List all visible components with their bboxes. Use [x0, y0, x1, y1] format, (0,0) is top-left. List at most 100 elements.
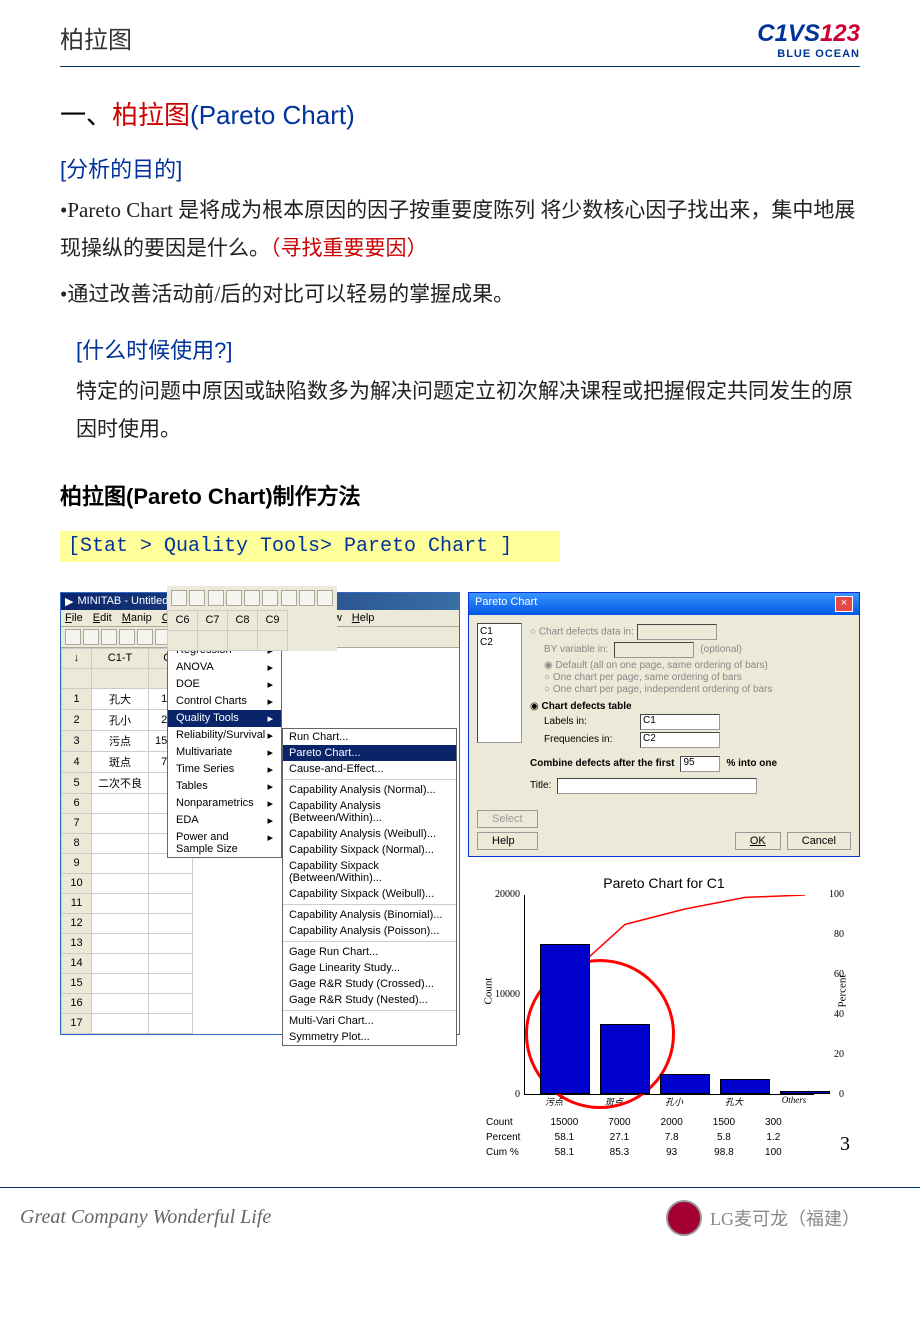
cell[interactable]: [92, 813, 149, 833]
cell[interactable]: [62, 668, 92, 688]
cell[interactable]: [92, 913, 149, 933]
submenu-item[interactable]: Gage R&R Study (Crossed)...: [283, 976, 456, 992]
cell[interactable]: 二次不良: [92, 772, 149, 793]
cell[interactable]: 16: [62, 993, 92, 1013]
cell[interactable]: [149, 953, 193, 973]
submenu-item[interactable]: Capability Analysis (Normal)...: [283, 782, 456, 798]
cell[interactable]: 孔小: [92, 709, 149, 730]
submenu-item[interactable]: Pareto Chart...: [283, 745, 456, 761]
toolbar-icon[interactable]: [171, 590, 187, 606]
freq-in-input[interactable]: C2: [640, 732, 720, 748]
cell[interactable]: [92, 873, 149, 893]
submenu-item[interactable]: Capability Analysis (Between/Within)...: [283, 798, 456, 826]
cell[interactable]: [92, 973, 149, 993]
cell[interactable]: 2: [62, 709, 92, 730]
menu-item[interactable]: Quality Tools▸: [168, 710, 281, 727]
cell[interactable]: [149, 993, 193, 1013]
ok-button[interactable]: OK: [735, 832, 781, 850]
cell[interactable]: [92, 833, 149, 853]
submenu-item[interactable]: Gage Run Chart...: [283, 944, 456, 960]
cell[interactable]: 10: [62, 873, 92, 893]
cell[interactable]: 孔大: [92, 688, 149, 709]
cell[interactable]: [92, 993, 149, 1013]
toolbar-icon[interactable]: [244, 590, 260, 606]
menu-item[interactable]: Nonparametrics▸: [168, 795, 281, 812]
cell[interactable]: [92, 793, 149, 813]
cell[interactable]: 12: [62, 913, 92, 933]
col-header[interactable]: C1-T: [92, 648, 149, 668]
toolbar-icon[interactable]: [65, 629, 81, 645]
toolbar-icon[interactable]: [281, 590, 297, 606]
cell[interactable]: 9: [62, 853, 92, 873]
submenu-item[interactable]: Run Chart...: [283, 729, 456, 745]
cell[interactable]: [92, 893, 149, 913]
cell[interactable]: [149, 873, 193, 893]
cell[interactable]: [92, 933, 149, 953]
col-header[interactable]: C7: [198, 610, 228, 630]
title-input[interactable]: [557, 778, 757, 794]
cell[interactable]: 17: [62, 1013, 92, 1033]
menu-item[interactable]: Multivariate▸: [168, 744, 281, 761]
cell[interactable]: 15: [62, 973, 92, 993]
cell[interactable]: 1: [62, 688, 92, 709]
submenu-item[interactable]: Capability Sixpack (Between/Within)...: [283, 858, 456, 886]
close-icon[interactable]: ×: [835, 596, 853, 612]
cell[interactable]: [149, 893, 193, 913]
menu-item[interactable]: Tables▸: [168, 778, 281, 795]
toolbar-icon[interactable]: [83, 629, 99, 645]
cell[interactable]: [92, 668, 149, 688]
cell[interactable]: [198, 630, 228, 650]
toolbar-icon[interactable]: [208, 590, 224, 606]
cell[interactable]: 14: [62, 953, 92, 973]
toolbar-icon[interactable]: [137, 629, 153, 645]
menu-item[interactable]: Time Series▸: [168, 761, 281, 778]
cell[interactable]: 11: [62, 893, 92, 913]
submenu-item[interactable]: Capability Sixpack (Weibull)...: [283, 886, 456, 902]
list-item[interactable]: C2: [480, 637, 519, 648]
menu-item[interactable]: DOE▸: [168, 676, 281, 693]
menu-item[interactable]: Reliability/Survival▸: [168, 727, 281, 744]
list-item[interactable]: C1: [480, 626, 519, 637]
cell[interactable]: 5: [62, 772, 92, 793]
cell[interactable]: [168, 630, 198, 650]
toolbar-icon[interactable]: [317, 590, 333, 606]
menu-item[interactable]: Control Charts▸: [168, 693, 281, 710]
submenu-item[interactable]: Cause-and-Effect...: [283, 761, 456, 777]
col-header[interactable]: C9: [258, 610, 288, 630]
column-list[interactable]: C1C2: [477, 623, 522, 743]
cancel-button[interactable]: Cancel: [787, 832, 851, 850]
cell[interactable]: 8: [62, 833, 92, 853]
cell[interactable]: [228, 630, 258, 650]
menu-item[interactable]: Edit: [93, 612, 112, 624]
submenu-item[interactable]: Capability Sixpack (Normal)...: [283, 842, 456, 858]
cell[interactable]: [258, 630, 288, 650]
cell[interactable]: [92, 1013, 149, 1033]
quality-tools-submenu[interactable]: Run Chart...Pareto Chart...Cause-and-Eff…: [282, 728, 457, 1046]
cell[interactable]: [149, 1013, 193, 1033]
submenu-item[interactable]: Multi-Vari Chart...: [283, 1013, 456, 1029]
toolbar-icon[interactable]: [226, 590, 242, 606]
menu-item[interactable]: Power and Sample Size▸: [168, 829, 281, 857]
col-header[interactable]: C6: [168, 610, 198, 630]
cell[interactable]: 13: [62, 933, 92, 953]
worksheet-cols-right[interactable]: C6C7C8C9: [167, 610, 288, 651]
submenu-item[interactable]: Capability Analysis (Poisson)...: [283, 923, 456, 939]
radio-defects-data[interactable]: ○ Chart defects data in:: [530, 624, 851, 640]
menu-item[interactable]: File: [65, 612, 83, 624]
cell[interactable]: [92, 853, 149, 873]
radio-defects-table[interactable]: ◉ Chart defects table: [530, 701, 851, 712]
submenu-item[interactable]: Capability Analysis (Weibull)...: [283, 826, 456, 842]
toolbar-icon[interactable]: [262, 590, 278, 606]
submenu-item[interactable]: Gage Linearity Study...: [283, 960, 456, 976]
menu-item[interactable]: ANOVA▸: [168, 659, 281, 676]
submenu-item[interactable]: Capability Analysis (Binomial)...: [283, 907, 456, 923]
submenu-item[interactable]: Symmetry Plot...: [283, 1029, 456, 1045]
stat-menu[interactable]: Basic Statistics▸Regression▸ANOVA▸DOE▸Co…: [167, 624, 282, 858]
cell[interactable]: [149, 933, 193, 953]
cell[interactable]: [149, 913, 193, 933]
col-header[interactable]: C8: [228, 610, 258, 630]
toolbar-icon[interactable]: [189, 590, 205, 606]
cell[interactable]: [92, 953, 149, 973]
toolbar-icon[interactable]: [101, 629, 117, 645]
col-header[interactable]: ↓: [62, 648, 92, 668]
